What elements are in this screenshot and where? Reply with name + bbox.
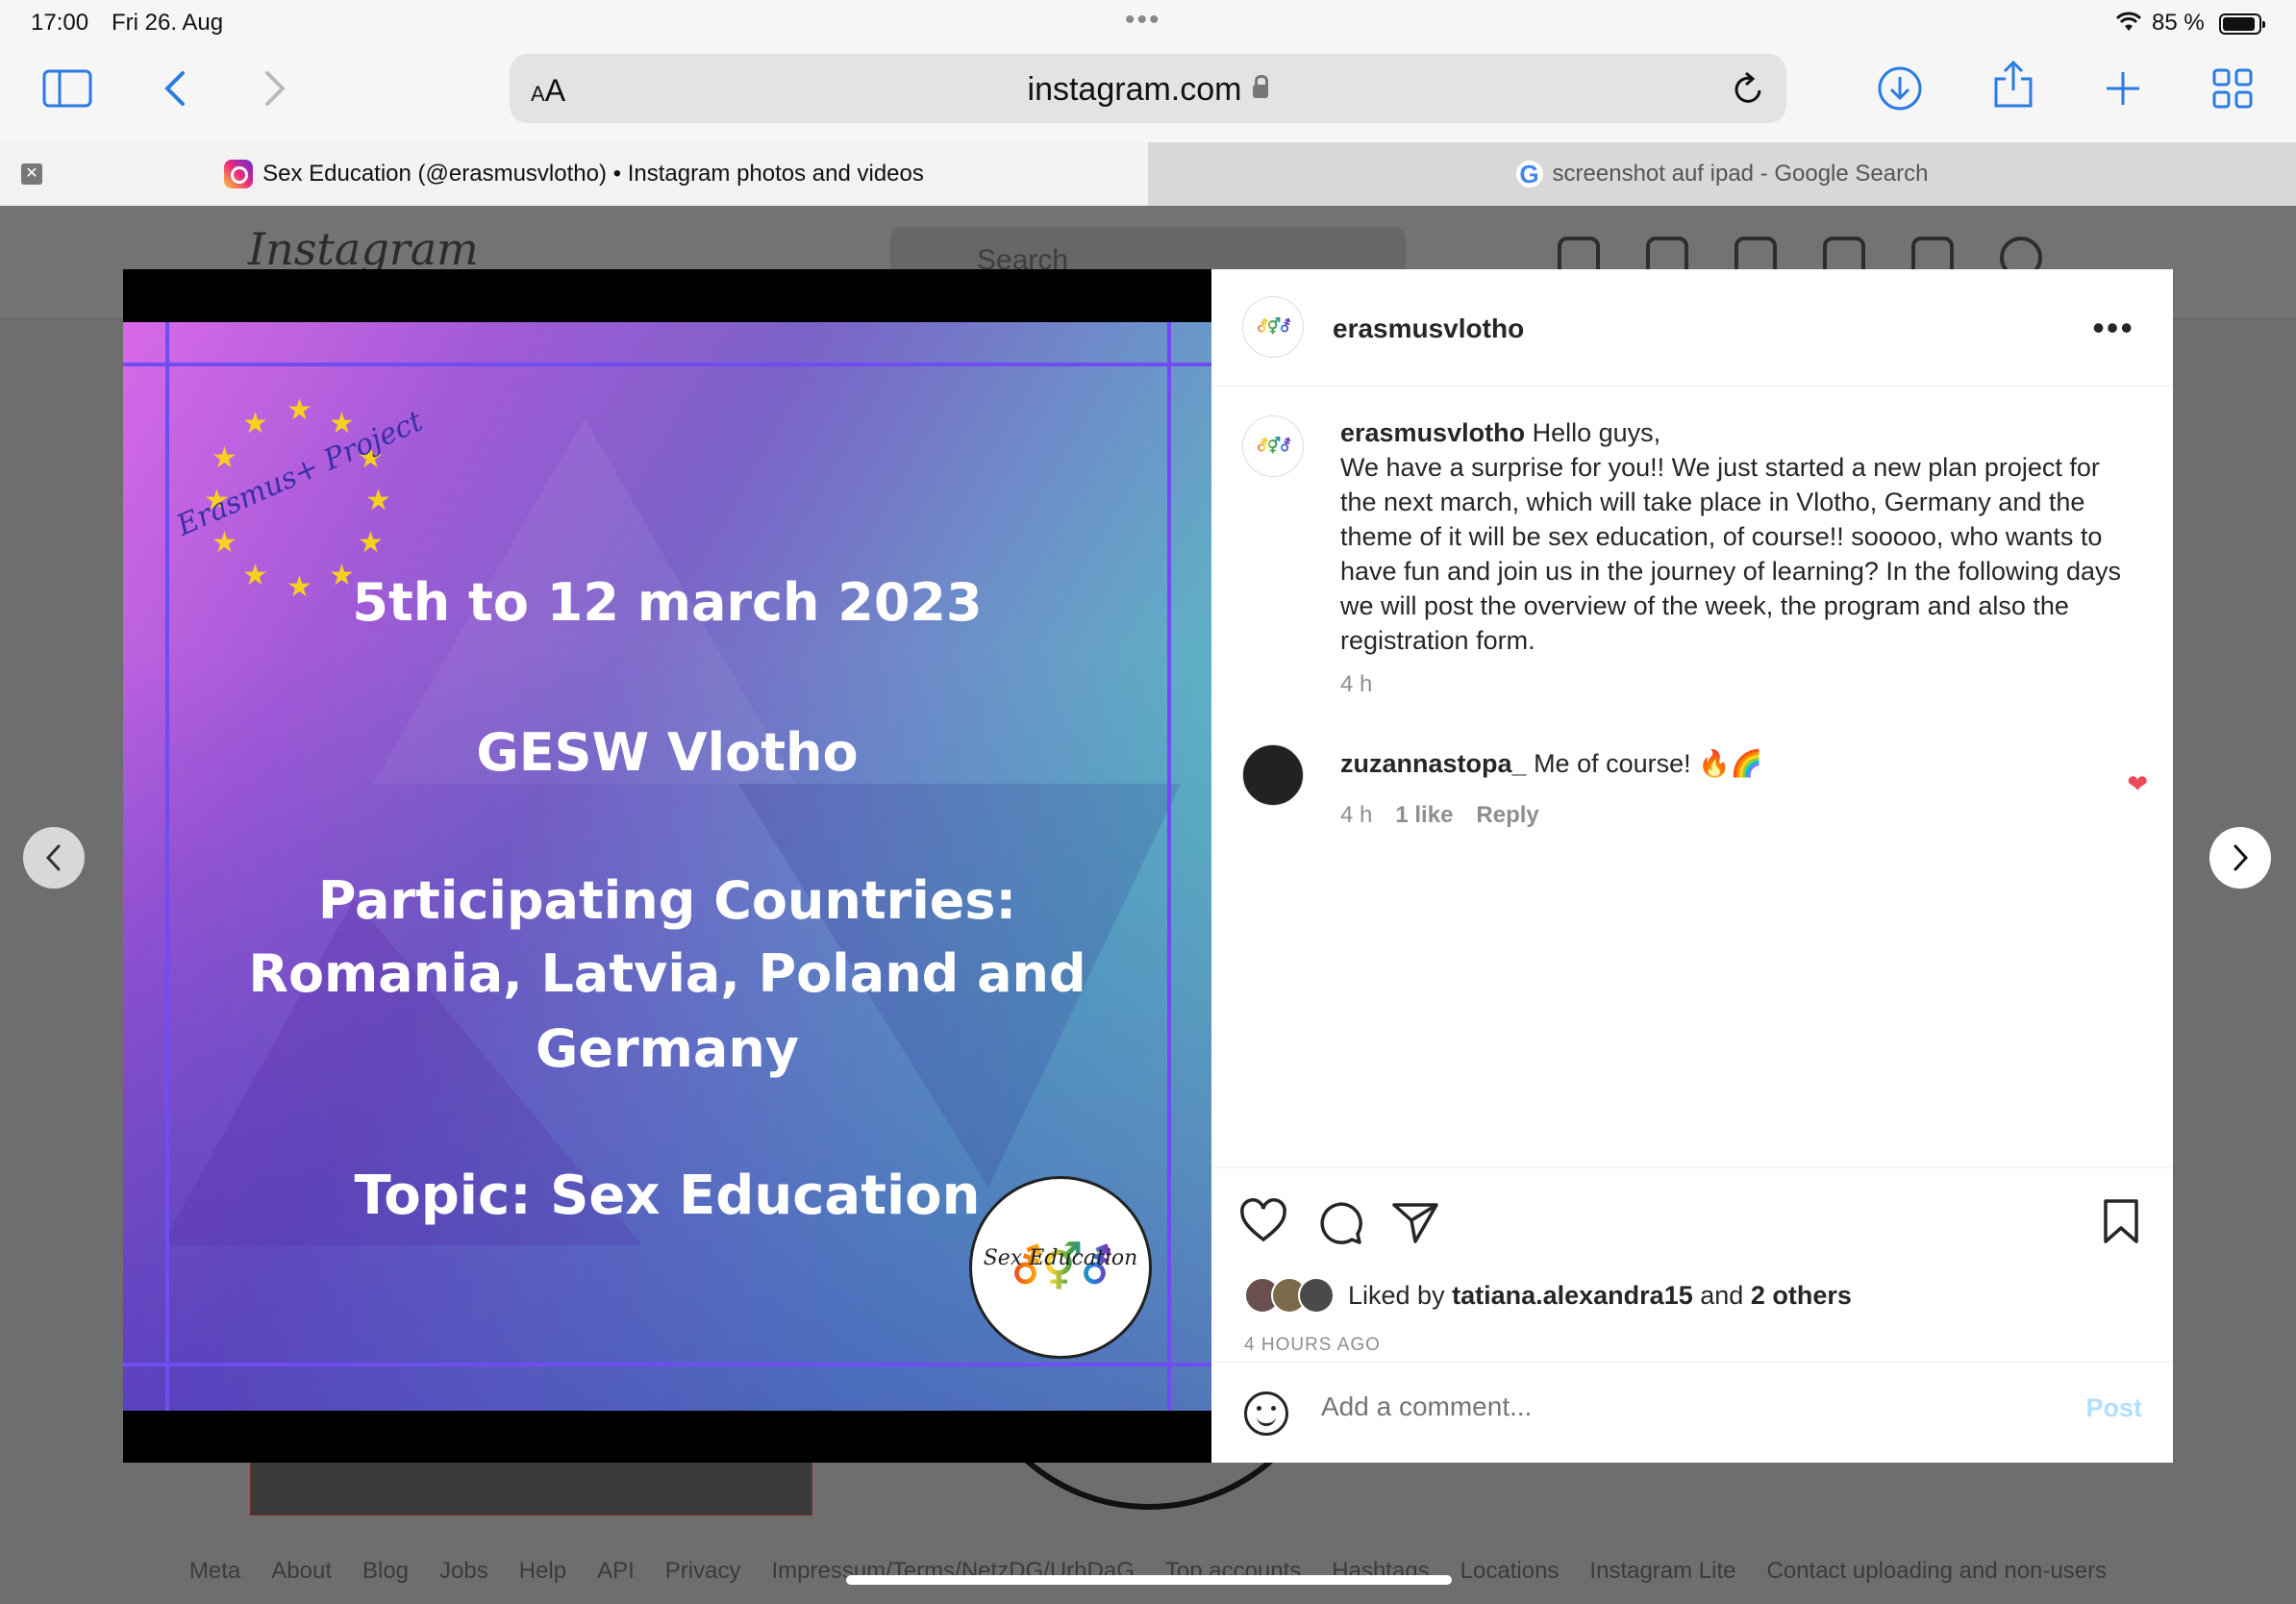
comment-text: Me of course! 🔥🌈 — [1534, 749, 1763, 778]
footer-link[interactable]: Blog — [362, 1558, 409, 1585]
sidebar-icon[interactable] — [38, 60, 96, 117]
post-sidebar: ⚦⚥⚦ erasmusvlotho ••• ⚦⚥⚦ erasmusvlotho … — [1211, 269, 2173, 1463]
footer-link[interactable]: Help — [519, 1558, 566, 1585]
post-modal: ★ ★ ★ ★ ★ ★ ★ ★ ★ ★ ★ ★ Erasmus+ Project… — [123, 269, 2173, 1463]
poster-countries-line2: Germany — [536, 1018, 799, 1079]
post-caption: erasmusvlotho Hello guys, We have a surp… — [1340, 415, 2129, 702]
instagram-logo[interactable]: Instagram — [248, 223, 479, 275]
liked-by-and: and — [1700, 1280, 1744, 1310]
comment-time[interactable]: 4 h — [1340, 802, 1372, 829]
liked-by-prefix: Liked by — [1348, 1280, 1445, 1310]
caption-greeting: Hello guys, — [1532, 418, 1661, 447]
forward-icon[interactable] — [246, 60, 304, 117]
footer-link[interactable]: Instagram Lite — [1589, 1558, 1735, 1585]
share-direct-icon[interactable] — [1390, 1197, 1440, 1247]
tab-bar: ✕ Sex Education (@erasmusvlotho) • Insta… — [0, 142, 2296, 206]
comment-liked-heart-icon[interactable]: ❤ — [2127, 769, 2148, 799]
tab-overview-icon[interactable] — [2204, 60, 2261, 117]
likes-summary: Liked by tatiana.alexandra15 and 2 other… — [1244, 1277, 1852, 1314]
lock-icon — [1253, 75, 1269, 98]
more-options-icon[interactable]: ••• — [2092, 308, 2134, 348]
caption-body: We have a surprise for you!! We just sta… — [1340, 453, 2122, 655]
share-icon[interactable] — [1984, 56, 2042, 113]
close-tab-icon[interactable]: ✕ — [21, 163, 42, 185]
browser-toolbar: AA instagram.com — [0, 46, 2296, 142]
reload-icon[interactable] — [1731, 69, 1765, 113]
poster-countries-line1: Romania, Latvia, Poland and — [248, 943, 1086, 1004]
status-bar: 17:00 Fri 26. Aug ••• 85 % — [0, 0, 2296, 46]
google-favicon-icon: G — [1515, 160, 1543, 188]
tab-instagram[interactable]: ✕ Sex Education (@erasmusvlotho) • Insta… — [0, 142, 1148, 206]
footer-link[interactable]: Locations — [1460, 1558, 1560, 1585]
caption-avatar[interactable]: ⚦⚥⚦ — [1242, 415, 1304, 477]
poster-countries-title: Participating Countries: — [317, 870, 1017, 931]
comment-meta: 4 h 1 like Reply — [1340, 802, 1539, 829]
post-timestamp[interactable]: 4 HOURS AGO — [1244, 1335, 1381, 1356]
tab-google-search[interactable]: G screenshot auf ipad - Google Search — [1148, 142, 2296, 206]
logo-text: Sex Education — [983, 1246, 1138, 1270]
next-post-button[interactable] — [2209, 827, 2271, 889]
author-username[interactable]: erasmusvlotho — [1333, 313, 1524, 344]
home-indicator[interactable] — [846, 1575, 1452, 1585]
emoji-icon[interactable] — [1244, 1391, 1288, 1436]
poster-dates: 5th to 12 march 2023 — [352, 572, 983, 633]
post-comment-button[interactable]: Post — [2085, 1393, 2142, 1423]
poster-venue: GESW Vlotho — [476, 722, 859, 783]
post-image: ★ ★ ★ ★ ★ ★ ★ ★ ★ ★ ★ ★ Erasmus+ Project… — [123, 322, 1211, 1411]
back-icon[interactable] — [146, 60, 204, 117]
commenter-avatar[interactable] — [1242, 744, 1304, 806]
download-icon[interactable] — [1871, 60, 1929, 117]
post-header: ⚦⚥⚦ erasmusvlotho ••• — [1211, 269, 2173, 387]
battery-icon — [2219, 13, 2265, 35]
wifi-icon — [2115, 12, 2142, 39]
caption-time[interactable]: 4 h — [1340, 667, 2129, 702]
footer-link[interactable]: About — [271, 1558, 332, 1585]
caption-username[interactable]: erasmusvlotho — [1340, 418, 1525, 447]
address-bar[interactable]: AA instagram.com — [510, 54, 1786, 123]
footer-link[interactable]: Contact uploading and non-users — [1767, 1558, 2108, 1585]
new-tab-icon[interactable] — [2094, 60, 2152, 117]
reply-button[interactable]: Reply — [1476, 802, 1538, 829]
sex-education-logo: ⚦⚥⚦ Sex Education — [969, 1176, 1152, 1359]
previous-post-button[interactable] — [23, 827, 85, 889]
tab-title: Sex Education (@erasmusvlotho) • Instagr… — [262, 161, 924, 187]
instagram-favicon-icon — [224, 160, 254, 188]
add-comment-bar: Post — [1211, 1362, 2173, 1463]
author-avatar[interactable]: ⚦⚥⚦ — [1242, 296, 1304, 358]
save-bookmark-icon[interactable] — [2100, 1197, 2150, 1247]
liked-by-user[interactable]: tatiana.alexandra15 — [1452, 1281, 1693, 1311]
liker-avatars[interactable] — [1244, 1277, 1335, 1314]
comment-likes[interactable]: 1 like — [1395, 802, 1453, 829]
footer-link[interactable]: Jobs — [439, 1558, 488, 1585]
tab-title: screenshot auf ipad - Google Search — [1552, 161, 1929, 187]
status-date: Fri 26. Aug — [112, 10, 224, 36]
action-bar — [1211, 1167, 2173, 1283]
comment-input[interactable] — [1321, 1391, 1994, 1422]
post-media[interactable]: ★ ★ ★ ★ ★ ★ ★ ★ ★ ★ ★ ★ Erasmus+ Project… — [123, 269, 1211, 1463]
footer-link[interactable]: Privacy — [665, 1558, 741, 1585]
like-heart-icon[interactable] — [1238, 1197, 1288, 1247]
liked-by-others[interactable]: 2 others — [1751, 1281, 1852, 1311]
multitasking-dots-icon[interactable]: ••• — [1125, 4, 1161, 37]
url-text: instagram.com — [1027, 71, 1242, 108]
battery-percent: 85 % — [2152, 10, 2205, 36]
footer-link[interactable]: Meta — [189, 1558, 240, 1585]
commenter-username[interactable]: zuzannastopa_ — [1340, 749, 1527, 778]
status-time: 17:00 — [31, 10, 89, 36]
comment-icon[interactable] — [1315, 1197, 1365, 1247]
comment: zuzannastopa_ Me of course! 🔥🌈 — [1340, 748, 1762, 779]
footer-link[interactable]: API — [597, 1558, 635, 1585]
